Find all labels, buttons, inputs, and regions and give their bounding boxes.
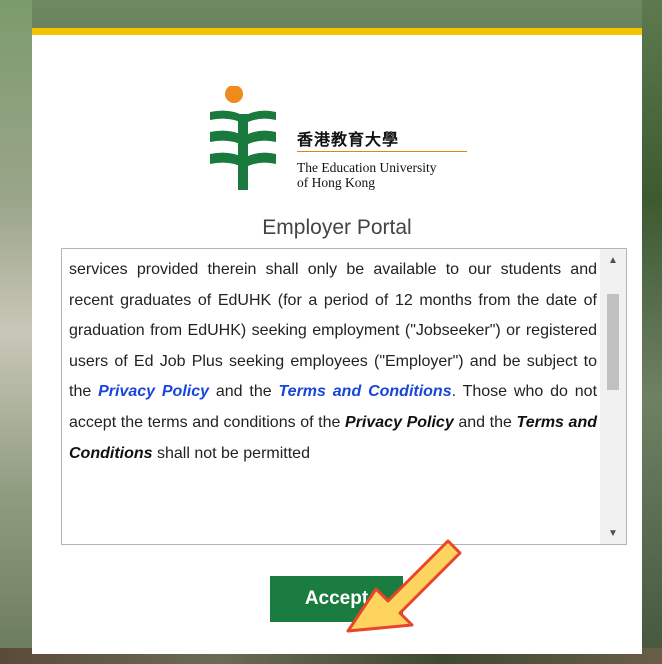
background-left: [0, 0, 32, 664]
terms-segment: and the: [453, 413, 517, 431]
logo-name-english-line1: The Education University: [297, 160, 437, 175]
page-title: Employer Portal: [262, 216, 412, 239]
logo-name-chinese: 香港教育大學: [297, 130, 400, 149]
eduhk-emblem-icon: [210, 85, 276, 190]
privacy-policy-emphasis: Privacy Policy: [345, 413, 454, 431]
terms-scroll-box[interactable]: services provided therein shall only be …: [61, 248, 627, 545]
terms-text: services provided therein shall only be …: [69, 255, 597, 469]
triangle-up-icon[interactable]: ▲: [600, 249, 626, 271]
eduhk-logo: 香港教育大學 The Education University of Hong …: [208, 85, 470, 194]
terms-segment: shall not be permitted: [152, 444, 310, 462]
scrollbar-thumb[interactable]: [607, 294, 619, 390]
privacy-policy-link[interactable]: Privacy Policy: [98, 383, 209, 400]
accent-bar: [32, 28, 642, 35]
terms-segment: services provided therein shall only be …: [69, 261, 597, 401]
terms-segment: and the: [209, 383, 279, 401]
terms-scrollbar[interactable]: ▲ ▼: [600, 249, 626, 544]
triangle-down-icon[interactable]: ▼: [600, 522, 626, 544]
terms-and-conditions-link[interactable]: Terms and Conditions: [279, 383, 452, 400]
background-right: [642, 0, 662, 664]
arrow-pointer-icon: [346, 539, 462, 633]
logo-divider: [297, 151, 467, 152]
employer-portal-card: 香港教育大學 The Education University of Hong …: [32, 28, 642, 654]
logo-name-english-line2: of Hong Kong: [297, 175, 375, 190]
